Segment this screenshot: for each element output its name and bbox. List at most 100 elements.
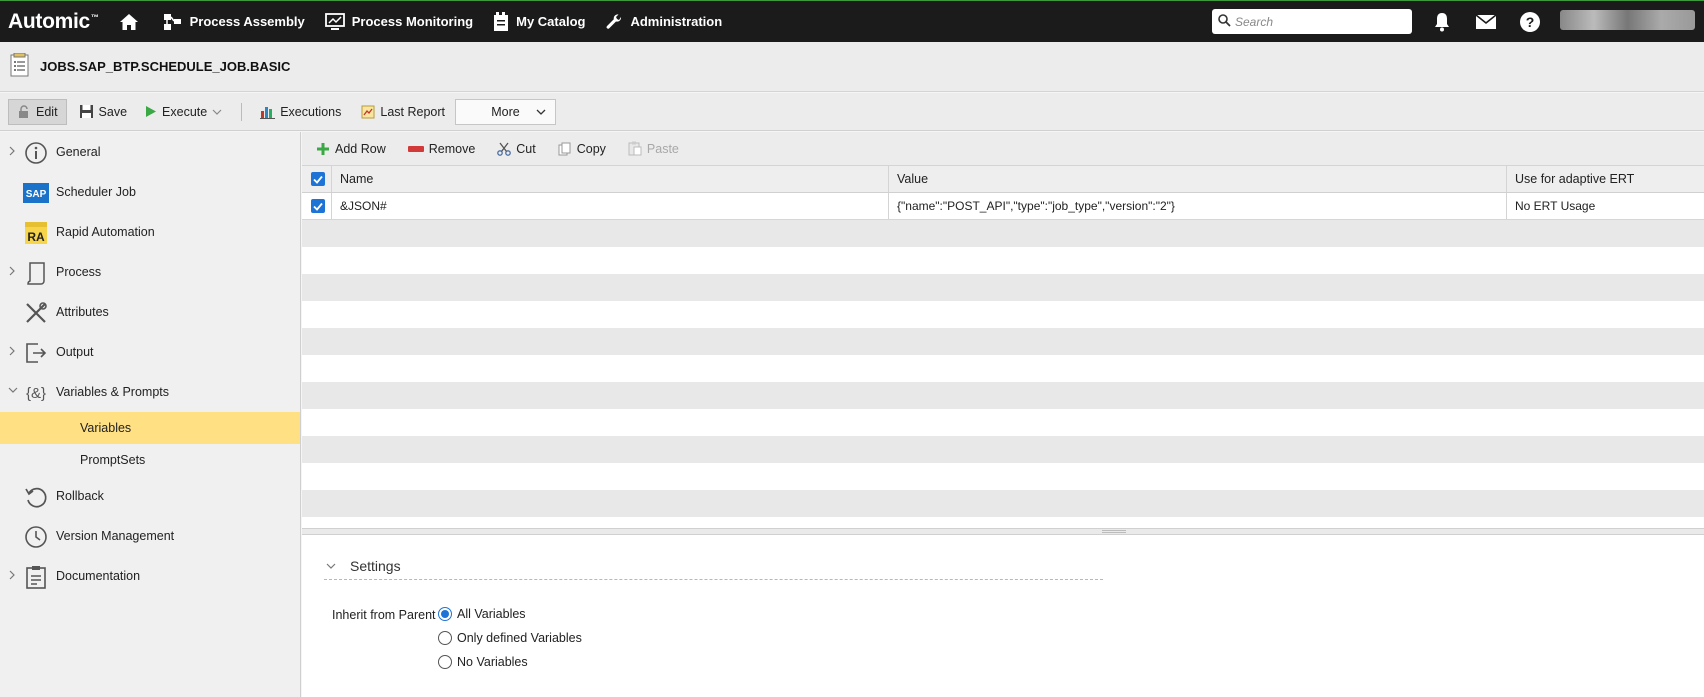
sidebar-item-scheduler-job[interactable]: SAP Scheduler Job [0, 172, 300, 212]
paste-label: Paste [646, 141, 679, 156]
chevron-right-icon [9, 266, 15, 276]
nav-process-assembly[interactable]: Process Assembly [163, 13, 305, 31]
last-report-label: Last Report [380, 104, 445, 119]
empty-row [302, 463, 1704, 490]
nav-label: My Catalog [516, 14, 586, 29]
cell-text: {"name":"POST_API","type":"job_type","ve… [897, 199, 1175, 213]
empty-row [302, 301, 1704, 328]
settings-section: Settings Inherit from Parent All Variabl… [302, 536, 1704, 697]
plus-icon [317, 142, 329, 155]
sidebar-item-label: Scheduler Job [56, 185, 136, 199]
radio-only-defined-variables[interactable]: Only defined Variables [438, 631, 582, 645]
automic-logo[interactable]: Automic™ [8, 10, 99, 34]
monitor-icon [324, 12, 345, 31]
sidebar-item-general[interactable]: General [0, 132, 300, 172]
sidebar-item-variables[interactable]: Variables [0, 412, 300, 444]
play-icon [146, 106, 157, 117]
executions-label: Executions [280, 104, 342, 119]
sidebar-item-label: Version Management [56, 529, 175, 543]
bell-icon[interactable] [1430, 10, 1454, 34]
column-header-name[interactable]: Name [332, 166, 889, 192]
sidebar-item-label: Attributes [56, 305, 109, 319]
sidebar-item-output[interactable]: Output [0, 332, 300, 372]
chevron-down-icon [8, 387, 18, 393]
radio-button[interactable] [438, 607, 452, 621]
save-label: Save [98, 104, 128, 119]
cell-value[interactable]: {"name":"POST_API","type":"job_type","ve… [889, 193, 1507, 219]
panel-splitter[interactable] [302, 528, 1704, 535]
last-report-button[interactable]: Last Report [355, 99, 451, 125]
svg-text:RA: RA [27, 230, 45, 244]
search-input[interactable] [1235, 14, 1405, 29]
sidebar-item-promptsets[interactable]: PromptSets [0, 444, 300, 476]
svg-text:SAP: SAP [26, 189, 47, 200]
cut-label: Cut [516, 141, 536, 156]
sidebar-item-variables-prompts[interactable]: {&} Variables & Prompts [0, 372, 300, 412]
info-icon [23, 140, 49, 166]
chevron-down-icon [326, 563, 336, 569]
process-assembly-icon [163, 13, 183, 31]
column-header-value[interactable]: Value [889, 166, 1507, 192]
radio-button[interactable] [438, 655, 452, 669]
sidebar-item-version-management[interactable]: Version Management [0, 516, 300, 556]
help-icon[interactable]: ? [1518, 10, 1542, 34]
inherit-label: Inherit from Parent [332, 608, 436, 622]
more-dropdown[interactable]: More [455, 98, 556, 125]
radio-all-variables[interactable]: All Variables [438, 607, 526, 621]
remove-button[interactable]: Remove [407, 142, 475, 156]
nav-process-monitoring[interactable]: Process Monitoring [324, 12, 474, 31]
check-icon [313, 175, 323, 184]
radio-no-variables[interactable]: No Variables [438, 655, 528, 669]
empty-row [302, 436, 1704, 463]
toolbar-divider [241, 102, 243, 121]
lock-edit-icon [19, 104, 28, 118]
paste-icon [628, 141, 642, 156]
edit-button[interactable]: Edit [8, 98, 67, 125]
cell-text: &JSON# [340, 199, 387, 213]
executions-button[interactable]: Executions [254, 99, 347, 125]
copy-button[interactable]: Copy [558, 142, 606, 156]
sidebar-item-rollback[interactable]: Rollback [0, 476, 300, 516]
add-row-label: Add Row [335, 141, 386, 156]
column-header-ert[interactable]: Use for adaptive ERT [1507, 166, 1704, 192]
empty-row [302, 220, 1704, 247]
select-all-checkbox[interactable] [302, 166, 332, 192]
column-label: Name [340, 172, 374, 186]
add-row-button[interactable]: Add Row [316, 142, 386, 156]
chevron-down-icon [536, 109, 546, 115]
table-row[interactable]: &JSON# {"name":"POST_API","type":"job_ty… [302, 193, 1704, 220]
sidebar-item-label: Variables [80, 421, 132, 435]
object-sidebar: General SAP Scheduler Job RA Rapid Autom… [0, 132, 301, 697]
save-icon [79, 105, 93, 118]
mail-icon[interactable] [1474, 10, 1498, 34]
sidebar-item-process[interactable]: Process [0, 252, 300, 292]
home-icon[interactable] [117, 10, 141, 34]
sidebar-item-label: Rollback [56, 489, 104, 503]
paste-button[interactable]: Paste [628, 141, 679, 156]
cell-ert[interactable]: No ERT Usage [1507, 193, 1704, 219]
execute-button[interactable]: Execute [139, 99, 229, 125]
cut-button[interactable]: Cut [497, 141, 536, 156]
sidebar-item-documentation[interactable]: Documentation [0, 556, 300, 596]
user-menu[interactable] [1560, 10, 1695, 30]
sidebar-item-rapid-automation[interactable]: RA Rapid Automation [0, 212, 300, 252]
grid-toolbar: Add Row Remove Cut Copy Paste [302, 132, 1704, 166]
settings-title: Settings [350, 557, 401, 574]
save-button[interactable]: Save [73, 99, 134, 125]
row-checkbox[interactable] [302, 193, 332, 219]
nav-administration[interactable]: Administration [605, 13, 722, 31]
settings-header[interactable]: Settings [324, 552, 1103, 580]
search-icon [1218, 13, 1231, 30]
output-icon [23, 340, 49, 366]
splitter-grip[interactable] [1102, 530, 1126, 533]
column-label: Value [897, 172, 929, 186]
sidebar-item-attributes[interactable]: Attributes [0, 292, 300, 332]
nav-my-catalog[interactable]: My Catalog [493, 11, 586, 32]
report-icon [361, 105, 375, 118]
radio-button[interactable] [438, 631, 452, 645]
cell-name[interactable]: &JSON# [332, 193, 889, 219]
sap-icon: SAP [23, 180, 49, 206]
global-search[interactable] [1212, 9, 1412, 34]
nav-label: Process Monitoring [351, 14, 474, 29]
empty-row [302, 409, 1704, 436]
